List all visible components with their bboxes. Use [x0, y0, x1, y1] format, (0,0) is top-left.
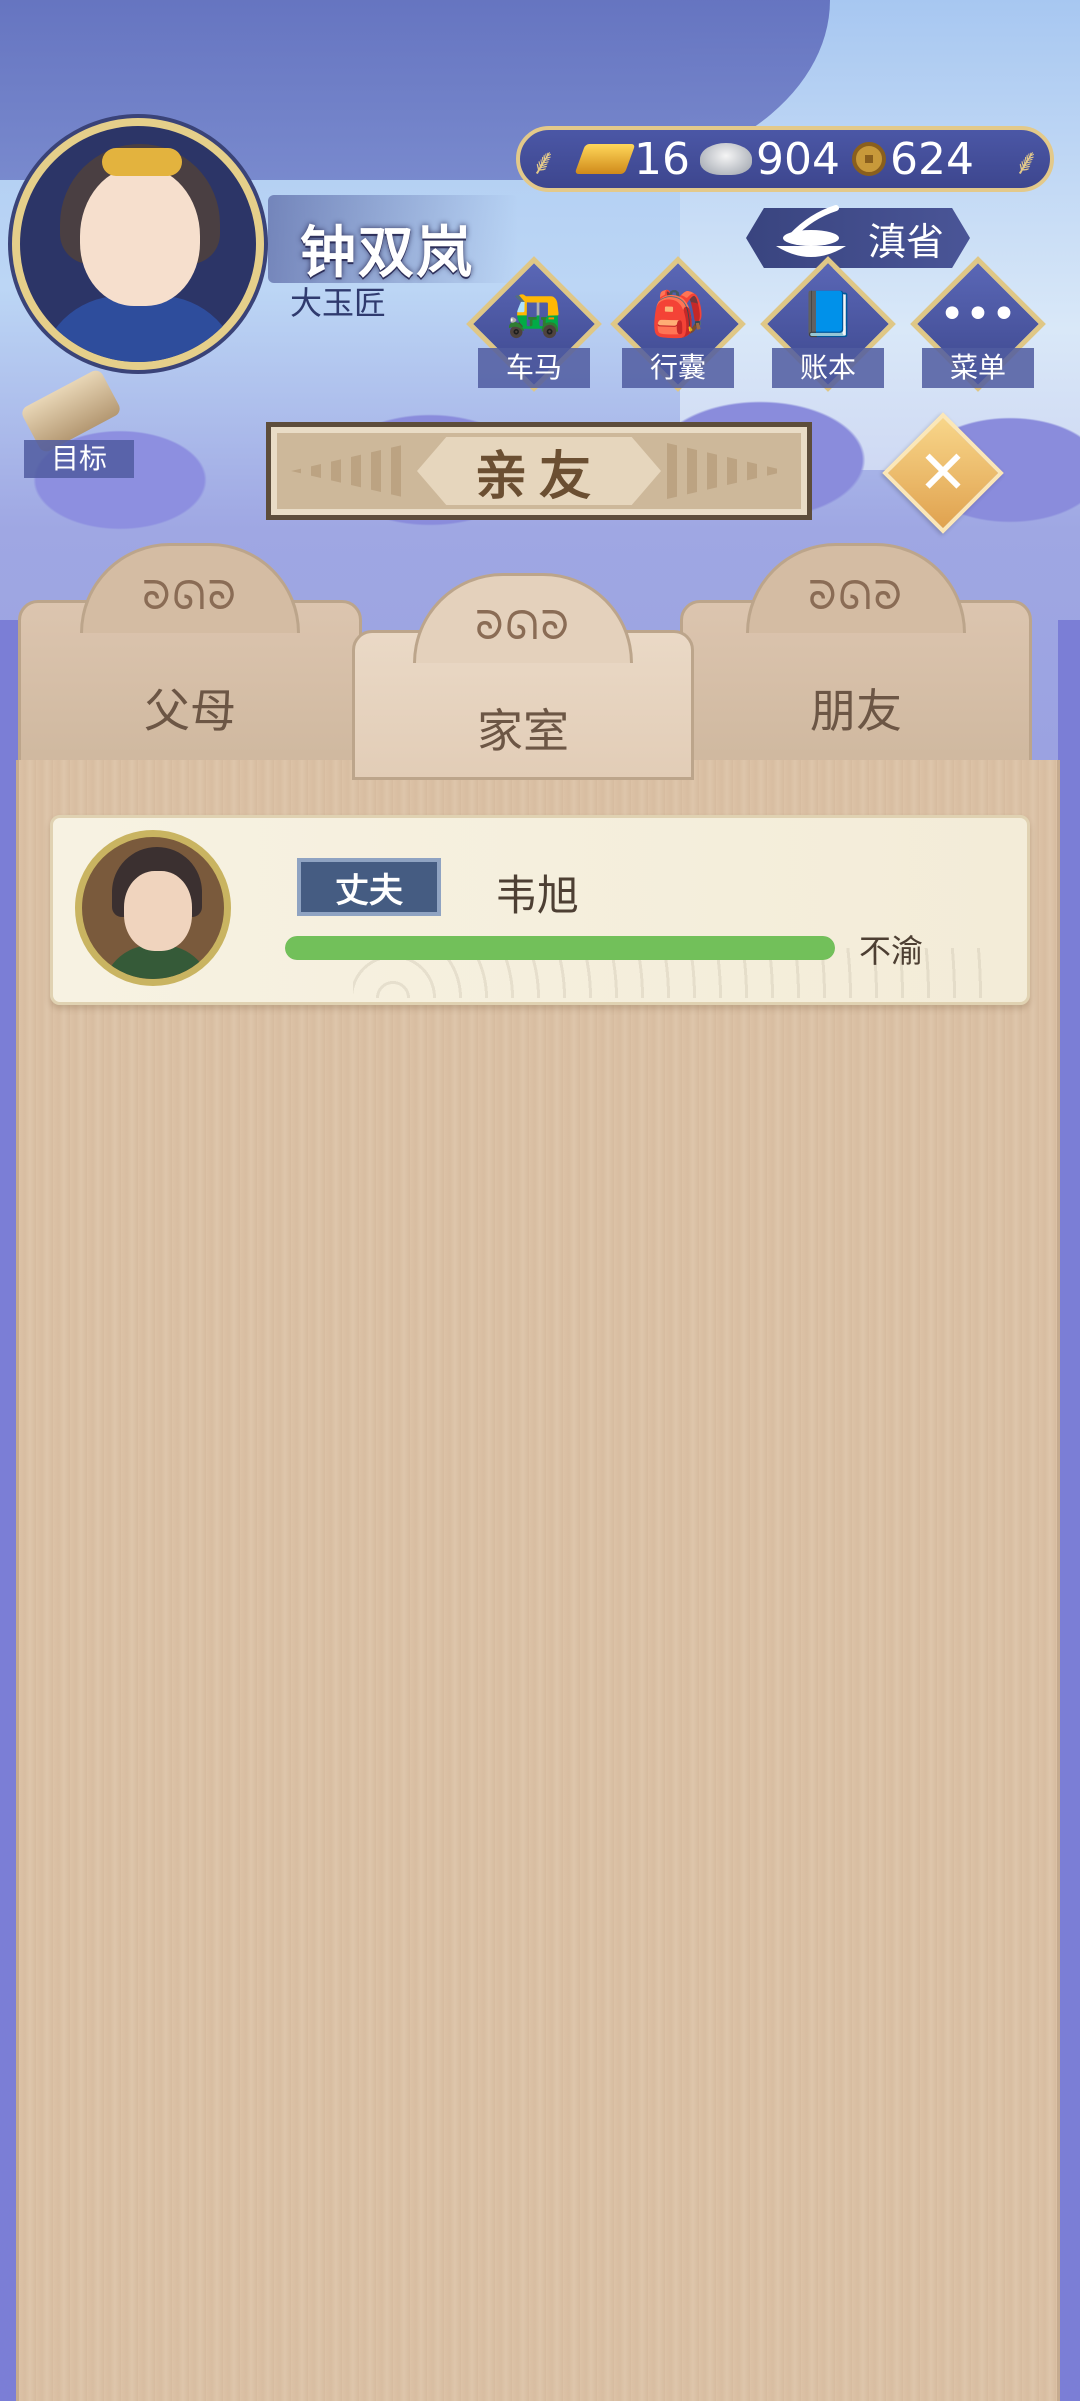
menu-carriage-button[interactable]: 🛺 车马	[466, 256, 602, 392]
gold-ingot-icon	[574, 144, 636, 174]
relation-tag: 丈夫	[297, 858, 441, 916]
tab-family[interactable]: ᘐᘏᘐ 家室	[352, 573, 694, 780]
menu-label: 车马	[478, 348, 590, 388]
avatar-body	[40, 296, 240, 362]
affinity-fill	[285, 936, 835, 960]
bamboo-right-icon: ⸙	[1012, 142, 1040, 183]
region-tea-bowl-icon	[776, 205, 846, 257]
tab-friends[interactable]: ᘐᘏᘐ 朋友	[680, 543, 1032, 770]
menu-label: 行囊	[622, 348, 734, 388]
more-icon: •••	[939, 288, 1017, 340]
menu-more-button[interactable]: ••• 菜单	[910, 256, 1046, 392]
chevron-right-decoration	[667, 443, 787, 499]
tab-label: 朋友	[810, 684, 902, 738]
menu-ledger-button[interactable]: 📘 账本	[760, 256, 896, 392]
ledger-icon: 📘	[800, 289, 856, 340]
tab-label: 父母	[144, 684, 236, 738]
affinity-status: 不渝	[859, 932, 924, 970]
player-avatar[interactable]	[12, 118, 264, 370]
silver-amount: 904	[756, 133, 840, 185]
menu-label: 账本	[772, 348, 884, 388]
affinity-bar	[285, 936, 835, 960]
currency-bar: ⸙ 16 904 624 ⸙	[516, 126, 1054, 192]
carriage-icon: 🛺	[506, 289, 562, 340]
menu-label: 菜单	[922, 348, 1034, 388]
avatar-robe	[102, 945, 212, 979]
relation-card[interactable]: 丈夫 韦旭 不渝	[50, 815, 1030, 1005]
copper-amount: 624	[889, 133, 974, 185]
header-banner: 亲友	[266, 422, 812, 520]
person-name: 韦旭	[495, 871, 580, 920]
region-name: 滇省	[868, 219, 945, 264]
avatar-face	[124, 871, 192, 951]
menu-bag-button[interactable]: 🎒 行囊	[610, 256, 746, 392]
player-name: 钟双岚	[300, 221, 474, 286]
chevron-left-decoration	[291, 443, 411, 499]
goal-label: 目标	[24, 440, 134, 478]
tab-parents[interactable]: ᘐᘏᘐ 父母	[18, 543, 362, 770]
relation-avatar[interactable]	[75, 830, 231, 986]
swirl-ornament-icon: ᘐᘏᘐ	[142, 573, 238, 619]
avatar-face	[80, 166, 200, 306]
close-icon[interactable]: ✕	[900, 430, 986, 516]
swirl-ornament-icon: ᘐᘏᘐ	[808, 573, 904, 619]
relations-panel	[16, 760, 1060, 2401]
bamboo-left-icon: ⸙	[530, 142, 558, 183]
bag-icon: 🎒	[650, 289, 706, 340]
gold-amount: 16	[634, 133, 690, 185]
swirl-ornament-icon: ᘐᘏᘐ	[475, 603, 571, 649]
copper-coin-icon	[851, 142, 886, 176]
player-title: 大玉匠	[290, 284, 387, 322]
avatar-crown	[102, 148, 182, 176]
silver-ingot-icon	[700, 143, 752, 175]
side-decoration-right	[1058, 620, 1080, 2401]
page-title: 亲友	[417, 437, 661, 505]
tab-label: 家室	[477, 704, 569, 758]
goal-button[interactable]: 目标	[14, 367, 134, 480]
